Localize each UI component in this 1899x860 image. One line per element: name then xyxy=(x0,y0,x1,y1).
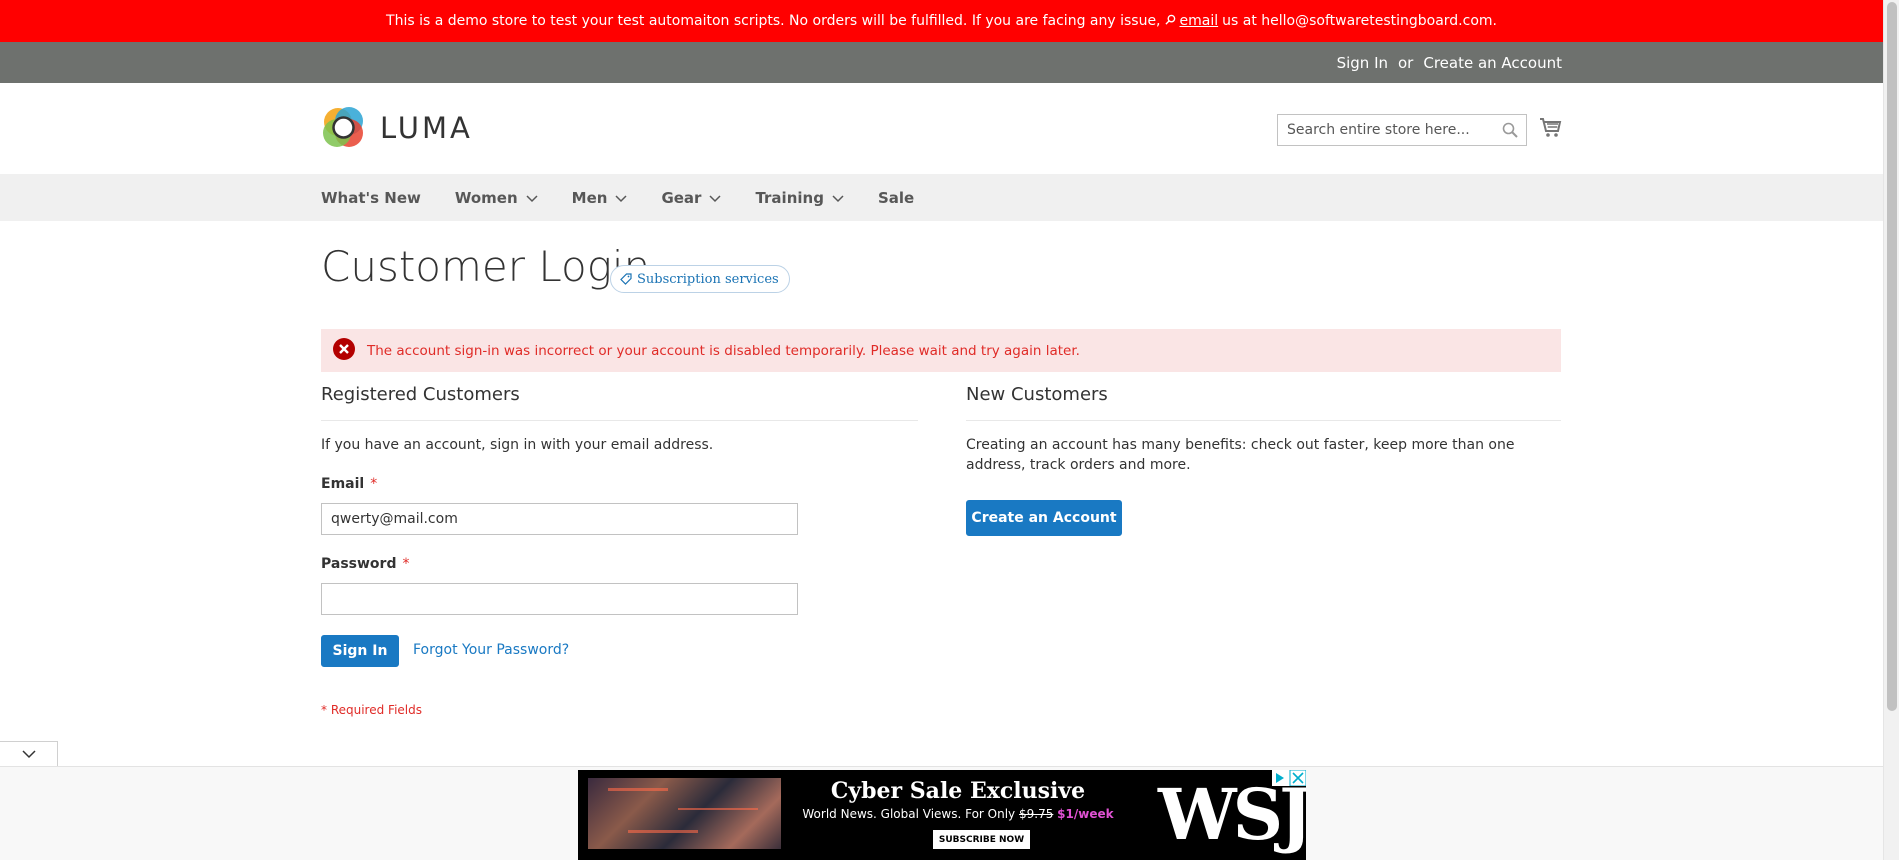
chevron-down-icon xyxy=(21,750,36,759)
ad-new-price: $1/week xyxy=(1057,807,1114,821)
search-placeholder: Search entire store here... xyxy=(1287,122,1470,138)
header-panel: Sign In or Create an Account xyxy=(0,42,1883,83)
registered-divider xyxy=(321,420,918,421)
scrollbar-thumb[interactable] xyxy=(1887,2,1897,711)
password-label: Password * xyxy=(321,556,410,572)
chevron-down-icon xyxy=(615,189,627,207)
ad-close-icon[interactable] xyxy=(1272,770,1306,786)
ad-subscribe-button[interactable]: SUBSCRIBE NOW xyxy=(933,830,1030,849)
sign-in-button[interactable]: Sign In xyxy=(321,635,399,667)
nav-item-sale[interactable]: Sale xyxy=(878,189,914,207)
collapse-toggle[interactable] xyxy=(0,741,58,767)
nav-item-men[interactable]: Men xyxy=(572,189,628,207)
search-icon xyxy=(1164,14,1176,28)
registered-customers-title: Registered Customers xyxy=(321,384,520,405)
sign-in-link[interactable]: Sign In xyxy=(1337,54,1388,72)
advertisement-banner[interactable]: Cyber Sale Exclusive World News. Global … xyxy=(578,770,1306,860)
required-fields-note: * Required Fields xyxy=(321,703,422,717)
subscription-badge-label: Subscription services xyxy=(637,271,779,287)
chevron-down-icon xyxy=(832,189,844,207)
email-value: qwerty@mail.com xyxy=(331,511,458,527)
nav-item-training[interactable]: Training xyxy=(755,189,844,207)
create-account-link[interactable]: Create an Account xyxy=(1423,54,1562,72)
banner-text-end: us at hello@softwaretestingboard.com. xyxy=(1222,13,1497,29)
main-navigation: What's New Women Men Gear Training Sale xyxy=(0,174,1883,221)
search-input[interactable]: Search entire store here... xyxy=(1277,114,1527,146)
nav-item-whats-new[interactable]: What's New xyxy=(321,189,421,207)
new-customers-text: Creating an account has many benefits: c… xyxy=(966,437,1515,473)
error-icon xyxy=(333,337,355,364)
luma-logo[interactable]: LUMA xyxy=(321,105,473,150)
luma-logo-icon xyxy=(321,105,366,150)
email-label: Email * xyxy=(321,476,378,492)
ad-old-price: $9.75 xyxy=(1018,807,1054,821)
chevron-down-icon xyxy=(526,189,538,207)
new-customers-title: New Customers xyxy=(966,384,1108,405)
nav-item-women[interactable]: Women xyxy=(455,189,538,207)
banner-text: This is a demo store to test your test a… xyxy=(386,13,1161,29)
demo-notice-banner: This is a demo store to test your test a… xyxy=(0,0,1883,42)
registered-intro: If you have an account, sign in with you… xyxy=(321,437,714,453)
cart-icon[interactable] xyxy=(1539,117,1562,142)
subscription-services-badge[interactable]: Subscription services xyxy=(610,265,790,293)
error-text: The account sign-in was incorrect or you… xyxy=(367,342,1080,359)
search-icon[interactable] xyxy=(1502,122,1518,142)
nav-item-gear[interactable]: Gear xyxy=(661,189,721,207)
page-title: Customer Login xyxy=(321,242,651,291)
password-field[interactable] xyxy=(321,583,798,615)
banner-email-link[interactable]: email xyxy=(1180,13,1219,29)
page-scrollbar[interactable] xyxy=(1883,0,1899,860)
site-header: LUMA Search entire store here... xyxy=(0,83,1883,174)
ad-subline: World News. Global Views. For Only $9.75… xyxy=(802,807,1114,821)
ad-headline: Cyber Sale Exclusive xyxy=(830,778,1086,804)
error-message: The account sign-in was incorrect or you… xyxy=(321,329,1561,372)
forgot-password-link[interactable]: Forgot Your Password? xyxy=(413,642,569,658)
logo-wordmark: LUMA xyxy=(380,110,473,145)
email-field[interactable]: qwerty@mail.com xyxy=(321,503,798,535)
new-customers-divider xyxy=(966,420,1561,421)
tag-icon xyxy=(620,273,632,285)
create-account-button[interactable]: Create an Account xyxy=(966,500,1122,536)
chevron-down-icon xyxy=(709,189,721,207)
or-text: or xyxy=(1398,53,1414,72)
ad-city-image xyxy=(588,778,781,849)
